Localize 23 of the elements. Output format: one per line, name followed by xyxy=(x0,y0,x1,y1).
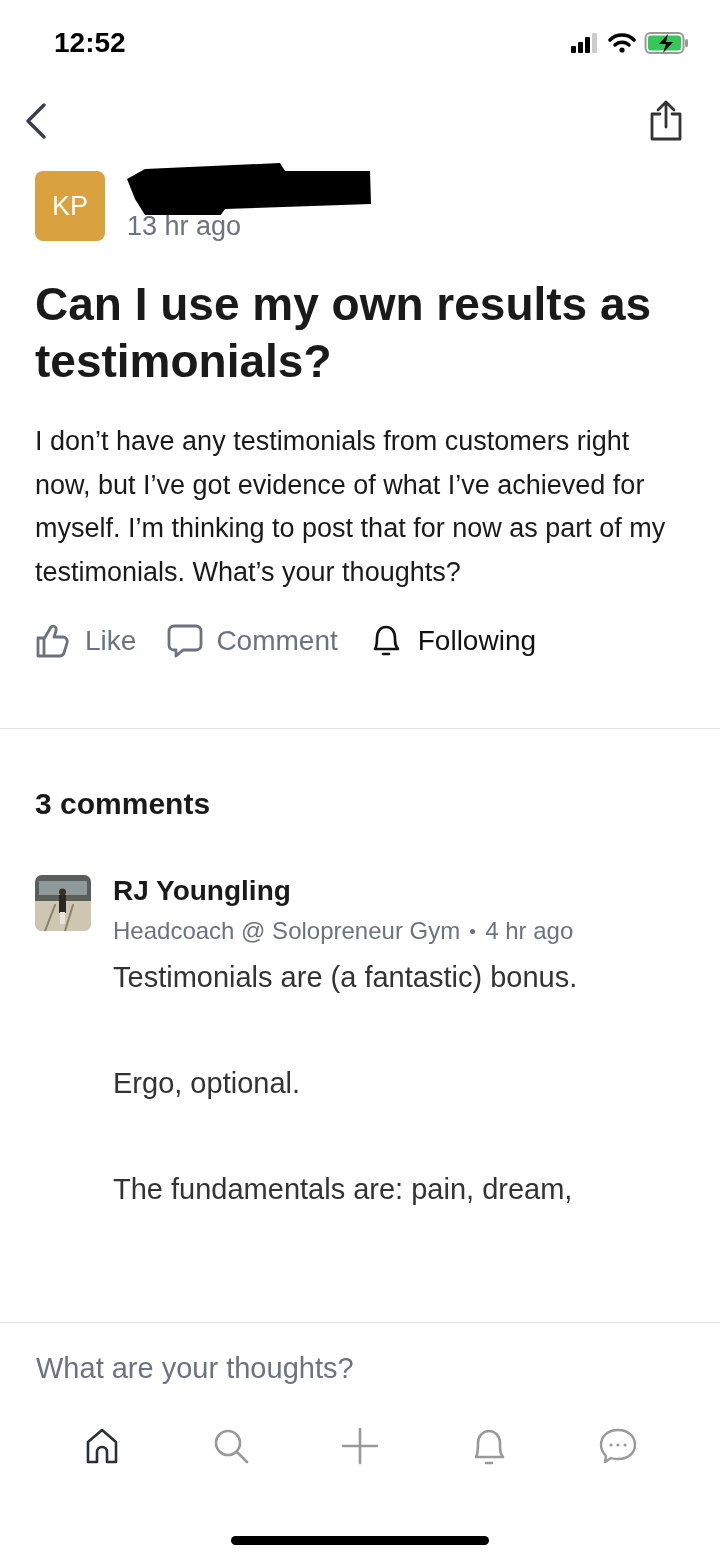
comment-text: The fundamentals are: pain, dream, xyxy=(113,1172,574,1207)
action-button[interactable]: Comment xyxy=(166,622,338,660)
post-time: 13 hr ago xyxy=(127,210,242,242)
search-icon[interactable] xyxy=(212,1427,251,1465)
commenter-name: RJ Youngling xyxy=(113,874,292,908)
plus-icon[interactable] xyxy=(341,1427,379,1465)
comment-text: Testimonials are (a fantastic) bonus. xyxy=(113,960,578,995)
comment-text: Ergo, optional. xyxy=(113,1066,301,1101)
signal-icon xyxy=(570,32,600,54)
speech-bubble-icon xyxy=(166,622,205,660)
separator-dot xyxy=(470,928,476,934)
action-button[interactable]: Like xyxy=(35,622,137,660)
post-title: Can I use my own results as testimonials? xyxy=(35,277,653,389)
clock-time: 12:52 xyxy=(54,27,126,59)
comment-field[interactable]: What are your thoughts? xyxy=(36,1352,636,1385)
chat-icon[interactable] xyxy=(598,1427,637,1465)
battery-icon xyxy=(644,31,690,55)
post-body: I don’t have any testimonials from customers right now, but I’ve got evidence of what I’ve achieved for myself. I’m thinking to post that for now as part of my testimonials. What’s your thoughts? xyxy=(35,425,667,589)
commenter-title: Headcoach @ Solopreneur Gym xyxy=(113,917,461,945)
action-button[interactable]: Following xyxy=(367,622,537,660)
wifi-icon xyxy=(608,32,636,54)
comment-time: 4 hr ago xyxy=(485,917,574,945)
comments-heading: 3 comments xyxy=(35,787,212,821)
